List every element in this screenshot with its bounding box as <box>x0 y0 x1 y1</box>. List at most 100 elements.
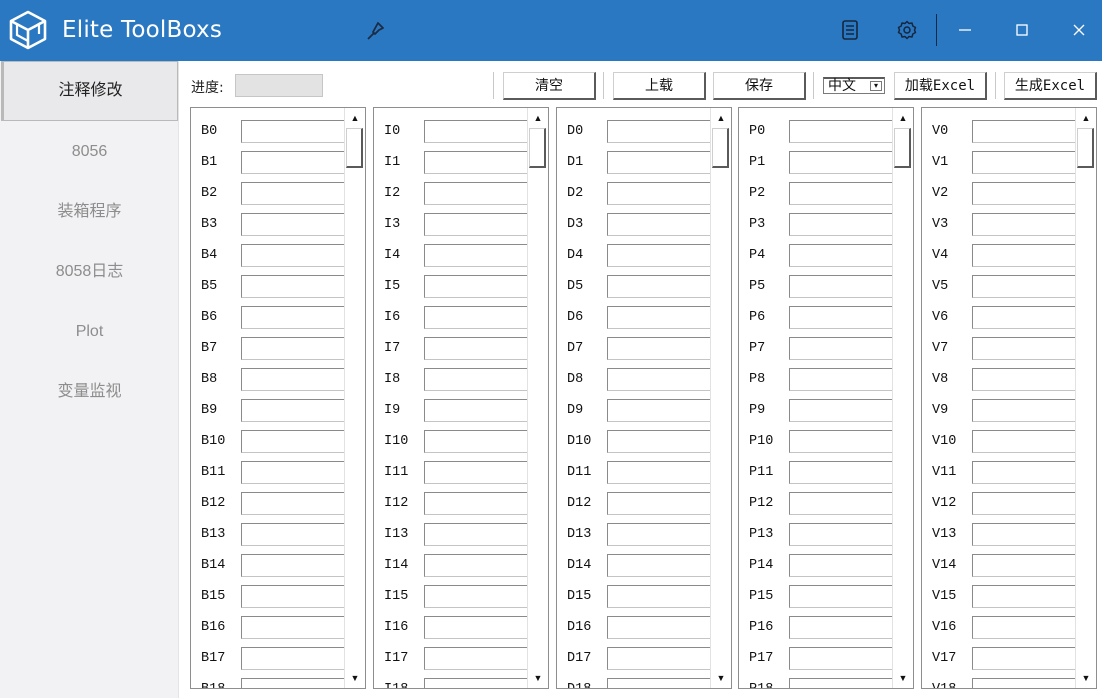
close-icon[interactable] <box>1064 15 1094 45</box>
panel-p-row: P2 <box>739 170 897 205</box>
panel-i-row: I18 <box>374 666 532 688</box>
scroll-up-arrow-icon[interactable]: ▲ <box>893 110 913 126</box>
panel-v-row: V13 <box>922 511 1080 546</box>
register-label: D12 <box>567 496 592 511</box>
sidebar-item-packing-program[interactable]: 装箱程序 <box>0 182 179 242</box>
panel-p-row: P9 <box>739 387 897 422</box>
panel-b-row: B2 <box>191 170 349 205</box>
register-label: B7 <box>201 341 218 356</box>
gear-icon[interactable] <box>896 19 918 41</box>
panel-i: I0 I1 I2 I3 I4 I5 I6 I7 I8 I9 I10 I11 I12 I13 I14 I15 I1… <box>373 107 549 689</box>
panel-p-row: P18 <box>739 666 897 688</box>
comment-input[interactable] <box>424 678 527 688</box>
panel-d-row: D4 <box>557 232 715 267</box>
register-label: D9 <box>567 403 584 418</box>
register-label: P11 <box>749 465 774 480</box>
panel-i-row: I13 <box>374 511 532 546</box>
panel-d-row: D1 <box>557 139 715 174</box>
panel-v-row: V11 <box>922 449 1080 484</box>
toolbar-divider <box>603 72 604 99</box>
register-label: V8 <box>932 372 949 387</box>
panel-i-row: I7 <box>374 325 532 360</box>
register-label: V12 <box>932 496 957 511</box>
panel-p: P0 P1 P2 P3 P4 P5 P6 P7 P8 P9 P10 P11 P12 P13 P14 P15 P1… <box>738 107 914 689</box>
panel-p-row: P10 <box>739 418 897 453</box>
register-label: V2 <box>932 186 949 201</box>
register-label: D14 <box>567 558 592 573</box>
dropdown-arrow-icon[interactable]: ▾ <box>870 81 882 91</box>
scroll-up-arrow-icon[interactable]: ▲ <box>711 110 731 126</box>
sidebar-item-8056[interactable]: 8056 <box>0 122 179 182</box>
panel-v-scrollbar[interactable]: ▲ ▼ <box>1075 108 1096 688</box>
sidebar-item-variable-monitor[interactable]: 变量监视 <box>0 362 179 422</box>
sidebar-item-comment-edit[interactable]: 注释修改 <box>1 61 178 121</box>
scroll-down-arrow-icon[interactable]: ▼ <box>528 670 548 686</box>
panel-v-row: V12 <box>922 480 1080 515</box>
scroll-down-arrow-icon[interactable]: ▼ <box>893 670 913 686</box>
panel-b-row: B4 <box>191 232 349 267</box>
register-label: B18 <box>201 683 225 689</box>
panel-i-scrollbar[interactable]: ▲ ▼ <box>527 108 548 688</box>
language-select[interactable]: 中文 ▾ <box>823 77 885 94</box>
comment-input[interactable] <box>789 678 892 688</box>
register-label: I5 <box>384 279 401 294</box>
panel-b-row: B9 <box>191 387 349 422</box>
register-label: P10 <box>749 434 774 449</box>
minimize-icon[interactable] <box>950 15 980 45</box>
panel-i-row: I9 <box>374 387 532 422</box>
panel-i-row: I17 <box>374 635 532 670</box>
register-label: I3 <box>384 217 401 232</box>
panel-b-row: B13 <box>191 511 349 546</box>
scroll-down-arrow-icon[interactable]: ▼ <box>345 670 365 686</box>
register-label: B2 <box>201 186 218 201</box>
register-label: I9 <box>384 403 401 418</box>
scroll-up-arrow-icon[interactable]: ▲ <box>528 110 548 126</box>
scroll-thumb[interactable] <box>1077 128 1094 168</box>
generate-excel-button[interactable]: 生成Excel <box>1004 72 1097 100</box>
panel-d-row: D14 <box>557 542 715 577</box>
scroll-thumb[interactable] <box>346 128 363 168</box>
save-button[interactable]: 保存 <box>713 72 806 100</box>
register-label: V7 <box>932 341 949 356</box>
sidebar-item-plot[interactable]: Plot <box>0 302 179 362</box>
register-label: V3 <box>932 217 949 232</box>
comment-input[interactable] <box>607 678 710 688</box>
panel-b-row: B0 <box>191 108 349 143</box>
register-label: D15 <box>567 589 592 604</box>
panel-i-row: I0 <box>374 108 532 143</box>
panel-p-scrollbar[interactable]: ▲ ▼ <box>892 108 913 688</box>
scroll-down-arrow-icon[interactable]: ▼ <box>711 670 731 686</box>
load-excel-button[interactable]: 加载Excel <box>894 72 987 100</box>
sidebar-item-8058-log[interactable]: 8058日志 <box>0 242 179 302</box>
comment-input[interactable] <box>241 678 344 688</box>
scroll-thumb[interactable] <box>712 128 729 168</box>
clear-button[interactable]: 清空 <box>503 72 596 100</box>
scroll-up-arrow-icon[interactable]: ▲ <box>345 110 365 126</box>
panel-p-row: P1 <box>739 139 897 174</box>
panel-d-scrollbar[interactable]: ▲ ▼ <box>710 108 731 688</box>
pin-icon[interactable] <box>364 20 386 42</box>
panel-b-scrollbar[interactable]: ▲ ▼ <box>344 108 365 688</box>
comment-input[interactable] <box>972 678 1075 688</box>
register-label: P18 <box>749 683 773 689</box>
register-label: B4 <box>201 248 218 263</box>
panel-i-row: I10 <box>374 418 532 453</box>
panel-b-row: B11 <box>191 449 349 484</box>
register-label: I4 <box>384 248 401 263</box>
register-label: D3 <box>567 217 584 232</box>
scroll-thumb[interactable] <box>529 128 546 168</box>
register-label: V13 <box>932 527 957 542</box>
scroll-up-arrow-icon[interactable]: ▲ <box>1076 110 1096 126</box>
scroll-down-arrow-icon[interactable]: ▼ <box>1076 670 1096 686</box>
register-label: D0 <box>567 124 584 139</box>
register-label: V14 <box>932 558 957 573</box>
panel-p-row: P11 <box>739 449 897 484</box>
maximize-icon[interactable] <box>1007 15 1037 45</box>
panel-v-row: V2 <box>922 170 1080 205</box>
upload-button[interactable]: 上载 <box>613 72 706 100</box>
panel-b-row: B15 <box>191 573 349 608</box>
document-icon[interactable] <box>839 19 861 41</box>
register-label: I0 <box>384 124 401 139</box>
scroll-thumb[interactable] <box>894 128 911 168</box>
panel-i-row: I3 <box>374 201 532 236</box>
